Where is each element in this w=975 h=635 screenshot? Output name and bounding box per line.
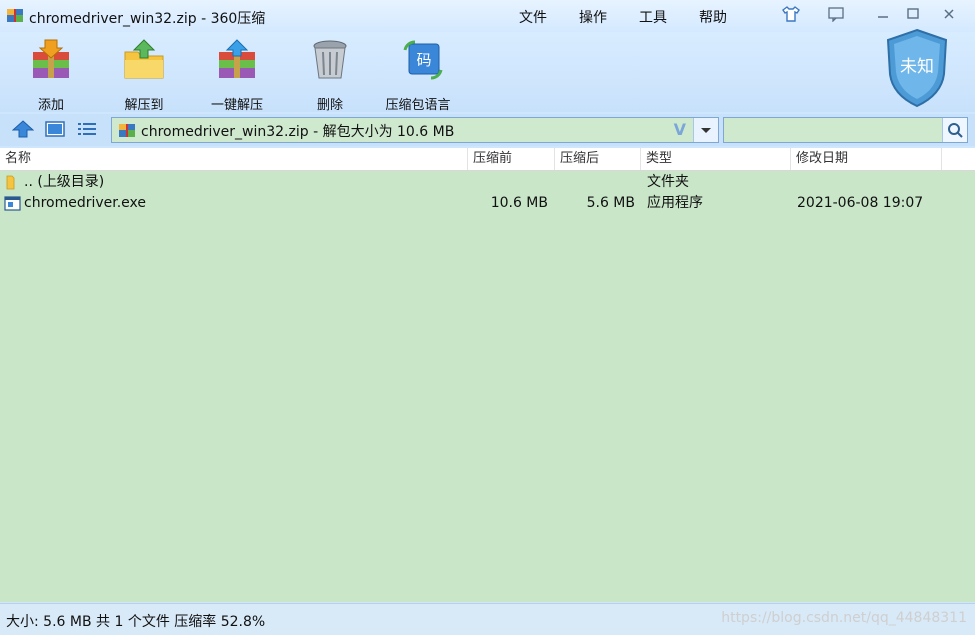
add-button[interactable]: 添加 (16, 38, 86, 113)
list-item[interactable]: chromedriver.exe 10.6 MB 5.6 MB 应用程序 202… (0, 193, 975, 214)
zip-file-icon (119, 124, 135, 137)
menu-tools[interactable]: 工具 (639, 7, 667, 27)
up-arrow-icon[interactable] (12, 120, 34, 138)
file-size-after (555, 172, 635, 193)
file-size-before (468, 172, 548, 193)
search-input[interactable] (724, 118, 942, 142)
file-name: chromedriver.exe (24, 195, 147, 211)
one-click-extract-icon (219, 39, 255, 78)
status-bar: 大小: 5.6 MB 共 1 个文件 压缩率 52.8% https://blo… (0, 603, 975, 635)
file-type: 文件夹 (647, 174, 689, 190)
folder-icon (6, 175, 15, 190)
file-size-after: 5.6 MB (586, 195, 635, 211)
column-modified[interactable]: 修改日期 (791, 148, 942, 170)
status-summary: 大小: 5.6 MB 共 1 个文件 压缩率 52.8% (6, 614, 266, 630)
add-label: 添加 (37, 98, 64, 113)
minimize-button[interactable] (872, 5, 894, 23)
language-code-icon: 码 (403, 40, 443, 80)
delete-label: 删除 (316, 98, 343, 113)
security-shield-icon: 未知 (886, 28, 948, 108)
delete-button[interactable]: 删除 (295, 38, 365, 113)
list-item[interactable]: .. (上级目录) 文件夹 (0, 172, 975, 193)
column-compressed-before[interactable]: 压缩前 (468, 148, 555, 170)
one-click-extract-button[interactable]: 一键解压 (202, 38, 272, 113)
toolbar: 添加 解压到 一键解压 删除 码 压缩包语言 未知 (0, 28, 975, 113)
list-view-icon[interactable] (76, 120, 98, 138)
feedback-icon[interactable] (825, 5, 847, 23)
menu-operation[interactable]: 操作 (579, 7, 607, 27)
file-size-before: 10.6 MB (490, 195, 548, 211)
chevron-down-icon (701, 128, 711, 133)
address-dropdown-button[interactable] (693, 118, 718, 142)
skin-icon[interactable] (780, 5, 802, 23)
trash-icon (313, 40, 347, 79)
one-click-extract-label: 一键解压 (210, 98, 263, 113)
language-badge-text: 码 (416, 51, 431, 69)
title-bar: chromedriver_win32.zip - 360压缩 文件 操作 工具 … (0, 0, 975, 32)
extract-folder-icon (124, 39, 164, 79)
add-archive-icon (33, 39, 69, 78)
file-type: 应用程序 (647, 195, 703, 211)
exe-icon (4, 196, 21, 211)
address-row: chromedriver_win32.zip - 解包大小为 10.6 MB V (0, 114, 975, 146)
extract-to-label: 解压到 (124, 98, 164, 113)
watermark-text: https://blog.csdn.net/qq_44848311 (721, 610, 967, 626)
menu-help[interactable]: 帮助 (699, 7, 727, 27)
column-compressed-after[interactable]: 压缩后 (555, 148, 641, 170)
column-type[interactable]: 类型 (641, 148, 791, 170)
verify-check-icon[interactable]: V (674, 120, 686, 139)
maximize-button[interactable] (902, 5, 924, 23)
archive-language-button[interactable]: 码 压缩包语言 (385, 38, 458, 113)
menu-file[interactable]: 文件 (519, 7, 547, 27)
archive-app-icon (7, 9, 23, 22)
close-button[interactable] (938, 5, 960, 23)
file-modified: 2021-06-08 19:07 (797, 195, 924, 211)
column-header-row: 名称 压缩前 压缩后 类型 修改日期 (0, 148, 975, 171)
window-title: chromedriver_win32.zip - 360压缩 (29, 11, 266, 27)
search-button[interactable] (942, 118, 967, 142)
file-name: .. (上级目录) (24, 174, 105, 190)
archive-language-label: 压缩包语言 (385, 98, 451, 113)
address-path: chromedriver_win32.zip - 解包大小为 10.6 MB (141, 124, 455, 140)
file-list: .. (上级目录) 文件夹 chromedriver.exe 10.6 MB 5… (0, 171, 975, 602)
column-name[interactable]: 名称 (0, 148, 468, 170)
thumbnail-view-icon[interactable] (44, 120, 66, 138)
app-window: chromedriver_win32.zip - 360压缩 文件 操作 工具 … (0, 0, 975, 635)
search-box[interactable] (723, 117, 968, 143)
search-icon (948, 123, 963, 138)
shield-label: 未知 (900, 57, 934, 77)
address-bar[interactable]: chromedriver_win32.zip - 解包大小为 10.6 MB V (111, 117, 719, 143)
extract-to-button[interactable]: 解压到 (109, 38, 179, 113)
